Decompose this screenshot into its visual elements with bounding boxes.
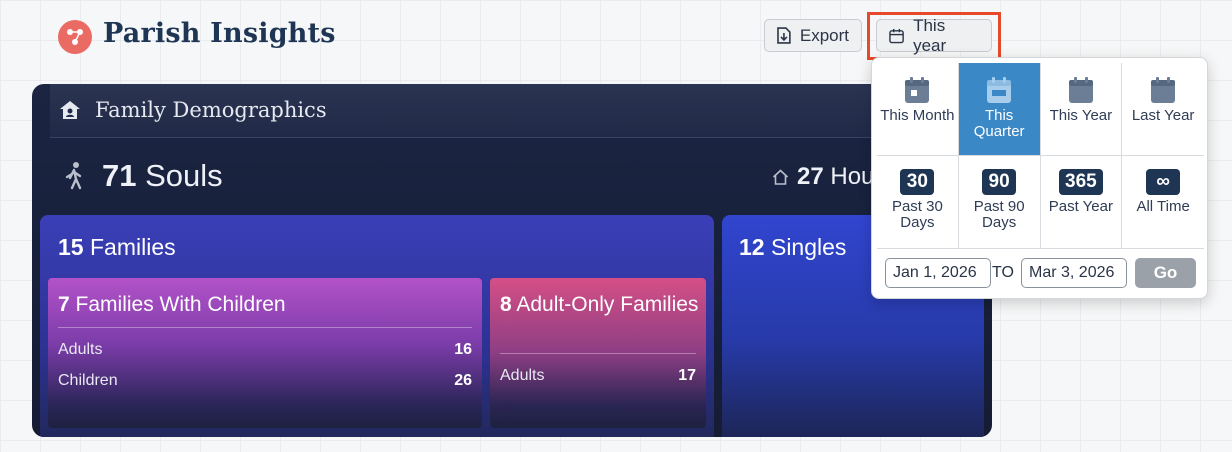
- family-demographics-card: Family Demographics 71 Souls 27 Hou 15 F…: [32, 84, 992, 437]
- option-all-time[interactable]: ∞ All Time: [1122, 156, 1204, 249]
- calendar-icon: [889, 28, 904, 43]
- calendar-icon: [1151, 77, 1176, 103]
- export-button[interactable]: Export: [764, 19, 862, 52]
- option-this-year[interactable]: This Year: [1040, 63, 1123, 156]
- option-label: This Year: [1049, 107, 1113, 124]
- to-label: TO: [992, 264, 1014, 281]
- option-past-year[interactable]: 365 Past Year: [1041, 156, 1123, 249]
- adults-label: Adults: [58, 341, 103, 358]
- singles-count: 12: [739, 234, 765, 260]
- date-range-dropdown: This Month This Quarter This Year Last Y…: [871, 57, 1208, 299]
- date-range-label: This year: [913, 15, 947, 55]
- souls-label: Souls: [145, 158, 223, 193]
- export-label: Export: [799, 25, 849, 45]
- option-label: Last Year: [1131, 107, 1195, 124]
- calendar-icon: [987, 77, 1012, 103]
- adults-label: Adults: [500, 367, 545, 384]
- share-nodes-icon: [67, 29, 83, 45]
- families-label: Families: [89, 234, 176, 260]
- families-with-children-label: Families With Children: [75, 293, 286, 316]
- option-label: All Time: [1136, 198, 1190, 215]
- days-badge: 30: [900, 169, 935, 195]
- option-label: This Month: [880, 107, 955, 124]
- divider: [58, 327, 472, 328]
- house-icon: [772, 169, 789, 185]
- option-last-year[interactable]: Last Year: [1122, 63, 1204, 156]
- app-logo: [58, 20, 92, 54]
- households-stat: 27 Hou: [797, 163, 874, 191]
- option-past-30-days[interactable]: 30 Past 30 Days: [877, 156, 959, 249]
- households-label: Hou: [830, 163, 875, 190]
- singles-label: Singles: [770, 234, 847, 260]
- page-title: Parish Insights: [103, 18, 336, 49]
- adults-value: 16: [454, 341, 472, 358]
- singles-title: 12 Singles: [739, 234, 846, 261]
- households-count: 27: [797, 163, 824, 190]
- go-button[interactable]: Go: [1135, 258, 1196, 288]
- adults-value: 17: [678, 367, 696, 384]
- option-this-quarter[interactable]: This Quarter: [958, 63, 1041, 156]
- calendar-icon: [1068, 77, 1093, 103]
- option-label: Past Year: [1048, 198, 1113, 215]
- families-count: 15: [58, 234, 84, 260]
- children-label: Children: [58, 372, 118, 389]
- option-this-month[interactable]: This Month: [877, 63, 959, 156]
- calendar-icon: [905, 77, 930, 103]
- home-icon: [60, 101, 80, 119]
- adult-only-families-card: 8 Adult-Only Families Adults 17: [490, 278, 706, 428]
- families-with-children-count: 7: [58, 293, 70, 316]
- adult-only-families-title: 8 Adult-Only Families: [500, 292, 698, 318]
- families-with-children-title: 7 Families With Children: [58, 292, 286, 318]
- date-range-options: This Month This Quarter This Year Last Y…: [877, 63, 1204, 249]
- children-value: 26: [454, 372, 472, 389]
- to-date-input[interactable]: [1021, 258, 1127, 288]
- families-panel: 15 Families 7 Families With Children Adu…: [40, 215, 714, 437]
- families-with-children-card: 7 Families With Children Adults 16 Child…: [48, 278, 482, 428]
- option-label: Past 90 Days: [973, 198, 1025, 231]
- card-header: Family Demographics: [50, 84, 974, 138]
- souls-stat: 71 Souls: [102, 158, 223, 194]
- souls-count: 71: [102, 158, 137, 193]
- card-title: Family Demographics: [95, 98, 327, 122]
- file-export-icon: [777, 27, 791, 44]
- option-past-90-days[interactable]: 90 Past 90 Days: [959, 156, 1041, 249]
- adult-only-families-count: 8: [500, 293, 512, 316]
- walking-person-icon: [65, 162, 82, 190]
- option-label: Past 30 Days: [891, 198, 943, 231]
- divider: [500, 353, 696, 354]
- infinity-icon: ∞: [1146, 169, 1181, 195]
- adult-only-families-label: Adult-Only Families: [516, 293, 699, 316]
- date-range-button[interactable]: This year: [876, 16, 992, 55]
- from-date-input[interactable]: [885, 258, 991, 288]
- days-badge: 90: [982, 169, 1017, 195]
- days-badge: 365: [1059, 169, 1103, 195]
- families-title: 15 Families: [58, 234, 176, 261]
- option-label: This Quarter: [973, 107, 1025, 140]
